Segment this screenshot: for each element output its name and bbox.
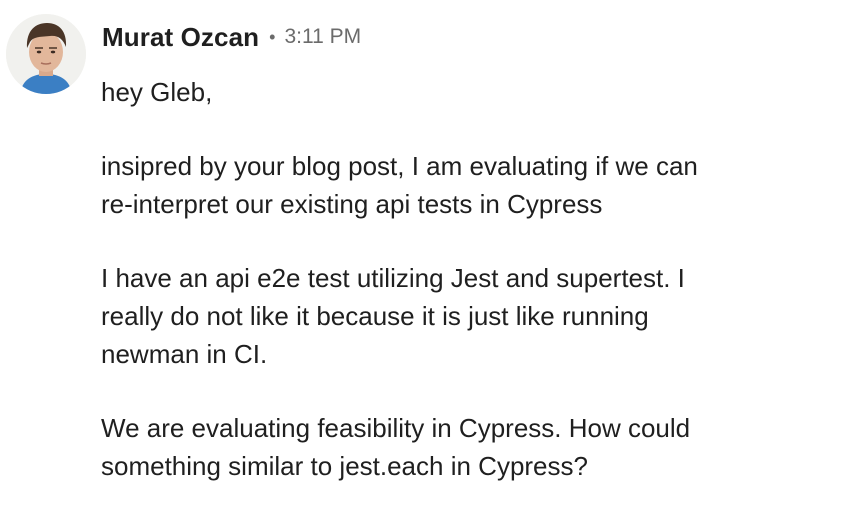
message-line: We are evaluating feasibility in Cypress… (101, 413, 691, 443)
message-paragraph: We are evaluating feasibility in Cypress… (101, 409, 841, 485)
author-name[interactable]: Murat Ozcan (102, 22, 259, 53)
header-separator: • (269, 26, 276, 47)
message-line: I have an api e2e test utilizing Jest an… (101, 263, 685, 293)
message-line: really do not like it because it is just… (101, 301, 649, 331)
message-line: re-interpret our existing api tests in C… (101, 189, 603, 219)
message-timestamp[interactable]: 3:11 PM (284, 25, 361, 49)
message-line: hey Gleb, (101, 77, 213, 107)
message-paragraph: hey Gleb, (101, 73, 841, 111)
message-line: insipred by your blog post, I am evaluat… (101, 151, 698, 181)
user-avatar[interactable] (6, 14, 86, 94)
message-body: hey Gleb, insipred by your blog post, I … (101, 73, 841, 521)
chat-message: Murat Ozcan • 3:11 PM hey Gleb, insipred… (0, 0, 864, 502)
message-line: something similar to jest.each in Cypres… (101, 451, 588, 481)
message-paragraph: I have an api e2e test utilizing Jest an… (101, 259, 841, 373)
message-paragraph: insipred by your blog post, I am evaluat… (101, 147, 841, 223)
message-line: newman in CI. (101, 339, 268, 369)
message-header: Murat Ozcan • 3:11 PM (102, 18, 361, 56)
avatar-photo-icon (6, 14, 86, 94)
